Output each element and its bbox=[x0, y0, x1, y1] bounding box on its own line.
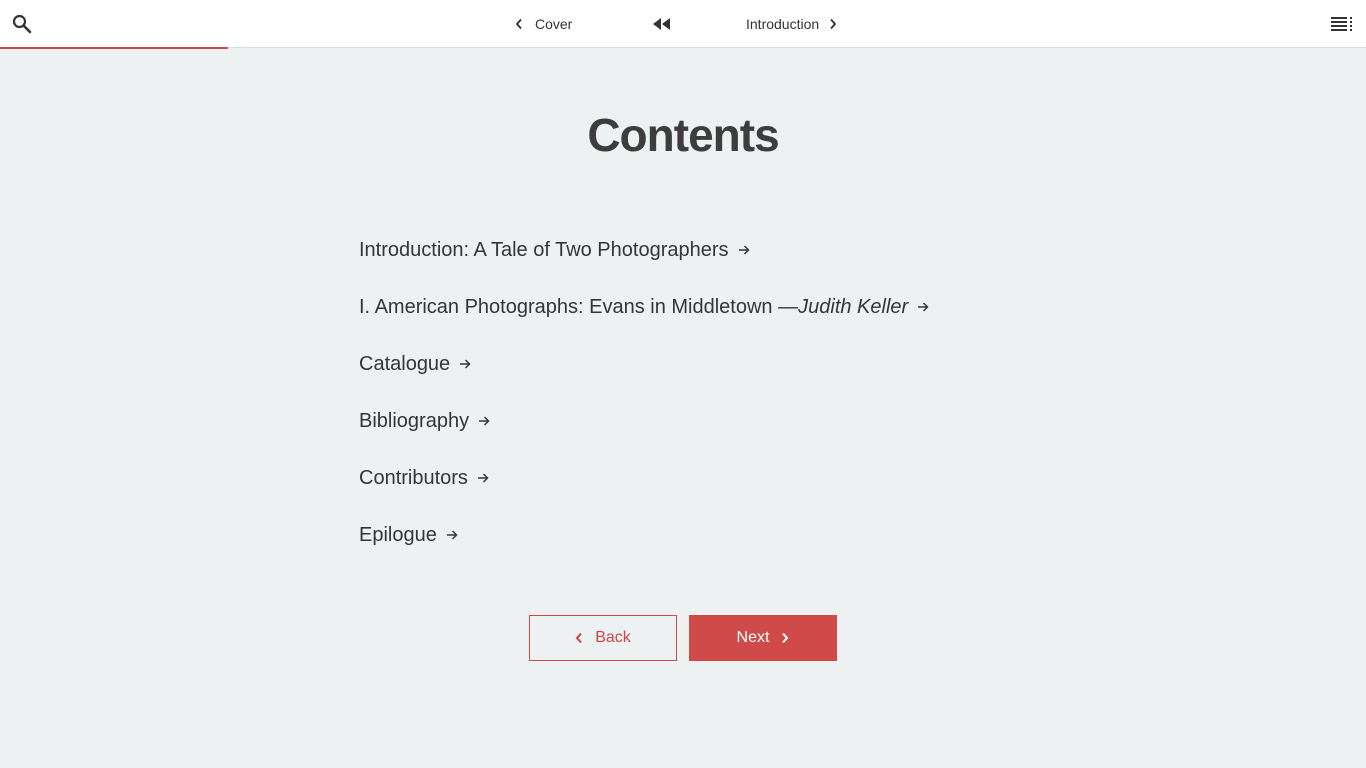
toc-link[interactable]: Epilogue bbox=[359, 519, 458, 551]
page-title: Contents bbox=[587, 109, 779, 161]
toc-link-label: Bibliography bbox=[359, 409, 470, 432]
toc-link-label: Catalogue bbox=[359, 352, 451, 375]
table-of-contents: Introduction: A Tale of Two Photographer… bbox=[359, 234, 929, 576]
toc-link-label: Introduction: A Tale of Two Photographer… bbox=[359, 238, 729, 261]
first-page-button[interactable] bbox=[650, 14, 674, 34]
toc-item: Epilogue bbox=[359, 519, 929, 576]
search-button[interactable] bbox=[10, 12, 34, 36]
toc-item: Contributors bbox=[359, 462, 929, 519]
search-icon bbox=[12, 14, 32, 34]
top-navigation-bar: Cover Introduction bbox=[0, 0, 1366, 48]
previous-page-link[interactable]: Cover bbox=[515, 14, 572, 34]
toc-item: I. American Photographs: Evans in Middle… bbox=[359, 291, 929, 348]
chevron-right-icon bbox=[830, 18, 837, 30]
arrow-right-icon bbox=[478, 415, 490, 427]
arrow-right-icon bbox=[459, 358, 471, 370]
back-button[interactable]: Back bbox=[529, 615, 677, 661]
reading-progress-bar bbox=[0, 47, 228, 49]
toc-link[interactable]: I. American Photographs: Evans in Middle… bbox=[359, 291, 929, 323]
menu-icon bbox=[1331, 17, 1352, 31]
chevron-right-icon bbox=[782, 632, 789, 644]
toc-link[interactable]: Introduction: A Tale of Two Photographer… bbox=[359, 234, 750, 266]
arrow-right-icon bbox=[738, 244, 750, 256]
toc-link[interactable]: Catalogue bbox=[359, 348, 471, 380]
contents-menu-button[interactable] bbox=[1329, 12, 1355, 36]
toc-link[interactable]: Bibliography bbox=[359, 405, 490, 437]
chevron-left-icon bbox=[575, 632, 582, 644]
arrow-right-icon bbox=[446, 529, 458, 541]
toc-link-author: Judith Keller bbox=[798, 295, 909, 318]
rewind-icon bbox=[653, 18, 670, 30]
next-page-label: Introduction bbox=[746, 16, 820, 32]
next-button[interactable]: Next bbox=[689, 615, 837, 661]
next-button-label: Next bbox=[736, 629, 770, 646]
arrow-right-icon bbox=[477, 472, 489, 484]
toc-link-label: Epilogue bbox=[359, 523, 437, 546]
arrow-right-icon bbox=[917, 301, 929, 313]
back-button-label: Back bbox=[595, 629, 631, 646]
toc-link-label: Contributors bbox=[359, 466, 468, 489]
toc-item: Catalogue bbox=[359, 348, 929, 405]
toc-link[interactable]: Contributors bbox=[359, 462, 489, 494]
toc-link-label: I. American Photographs: Evans in Middle… bbox=[359, 295, 799, 318]
next-page-link[interactable]: Introduction bbox=[746, 14, 837, 34]
chevron-left-icon bbox=[515, 18, 522, 30]
toc-item: Bibliography bbox=[359, 405, 929, 462]
previous-page-label: Cover bbox=[535, 16, 573, 32]
toc-item: Introduction: A Tale of Two Photographer… bbox=[359, 234, 929, 291]
